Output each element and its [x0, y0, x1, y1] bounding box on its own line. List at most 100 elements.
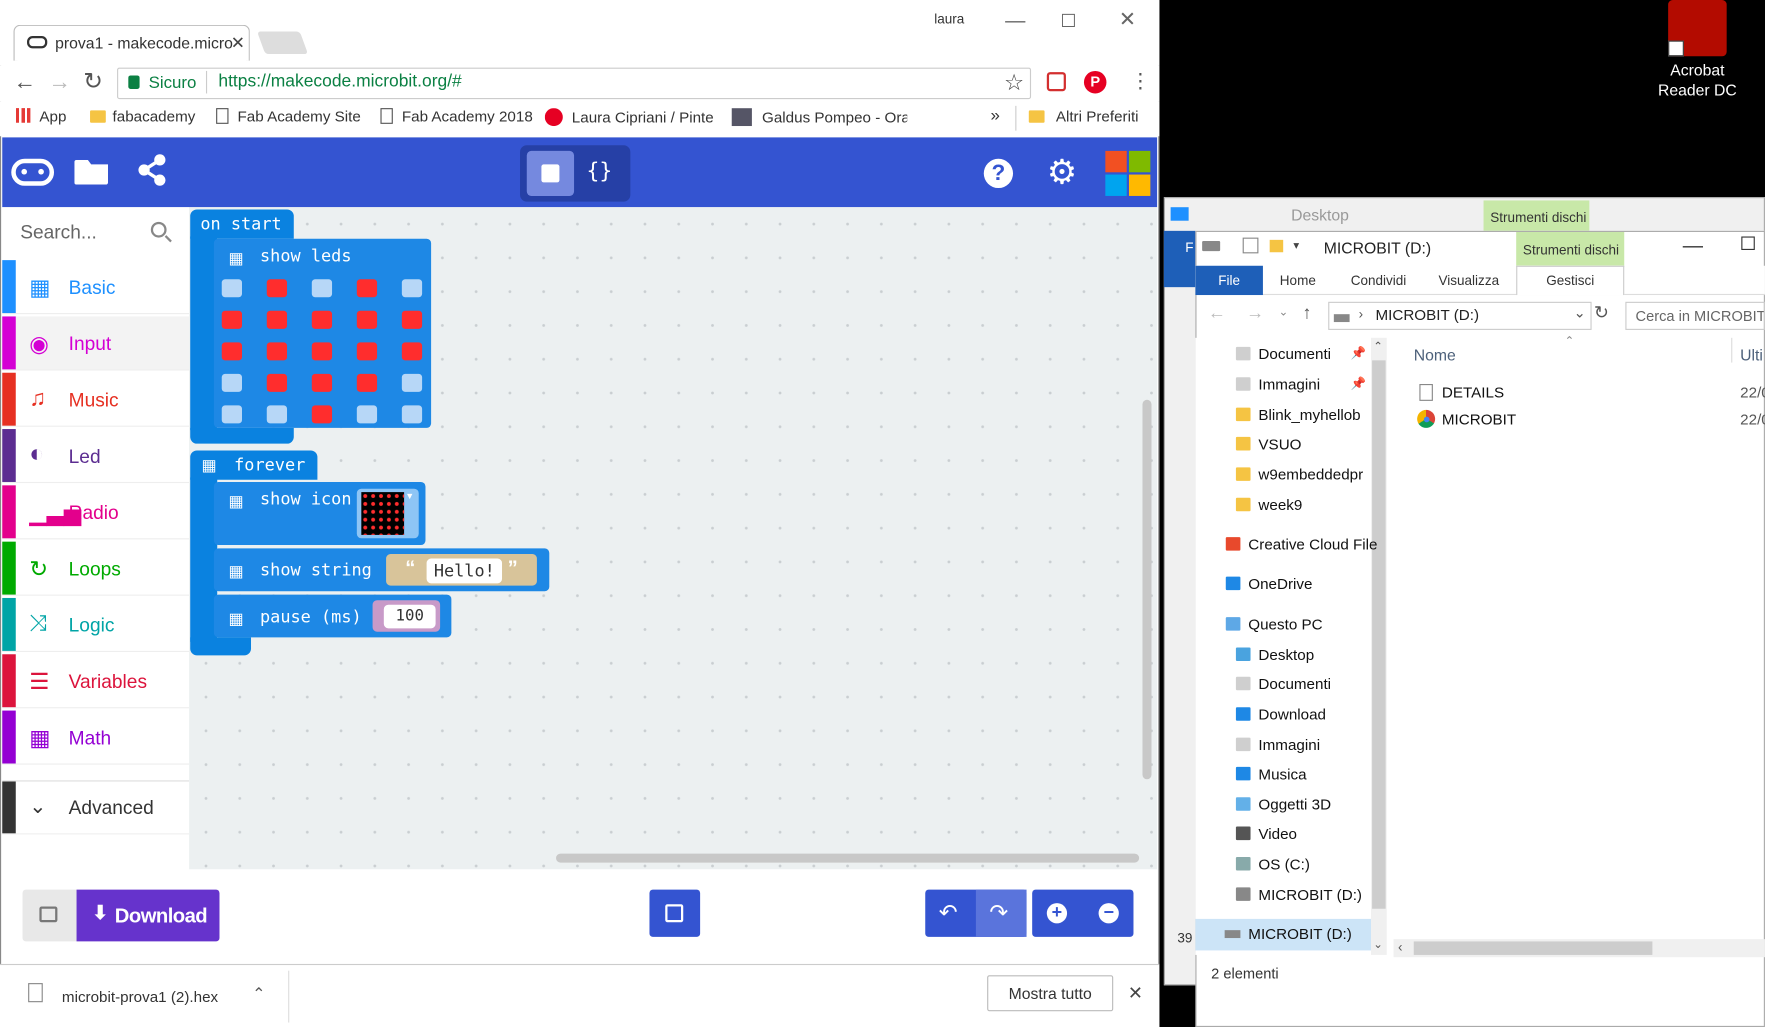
led-cell[interactable] [401, 342, 423, 361]
other-bookmarks[interactable]: Altri Preferiti [1028, 108, 1139, 125]
bookmark-apps[interactable]: App [15, 108, 66, 125]
address-dropdown-icon[interactable]: ⌄ [1574, 304, 1586, 322]
share-icon[interactable] [136, 153, 168, 195]
led-cell[interactable] [266, 373, 288, 392]
explorer-search-input[interactable]: Cerca in MICROBIT [1625, 301, 1765, 330]
minimize-icon[interactable]: — [1683, 234, 1703, 258]
javascript-toggle-button[interactable]: {} [586, 159, 612, 184]
category-input[interactable]: ◉ Input [2, 316, 190, 371]
refresh-icon[interactable]: ↻ [1594, 302, 1609, 325]
led-cell[interactable] [266, 342, 288, 361]
nav-scrollbar-thumb[interactable] [1372, 360, 1386, 909]
url-text[interactable]: https://makecode.microbit.org/# [218, 72, 461, 92]
led-cell[interactable] [221, 279, 243, 298]
quick-access-dropdown-icon[interactable]: ▾ [1293, 240, 1299, 252]
nav-item[interactable]: Immagini [1235, 376, 1320, 393]
new-folder-icon[interactable] [1269, 239, 1284, 253]
back-icon[interactable]: ← [14, 70, 37, 96]
led-cell[interactable] [401, 373, 423, 392]
up-icon[interactable]: ↑ [1302, 304, 1311, 324]
minimize-icon[interactable]: — [1005, 9, 1025, 33]
nav-item[interactable]: VSUO [1235, 436, 1301, 453]
led-cell[interactable] [221, 405, 243, 424]
category-math[interactable]: ▦ Math [2, 710, 190, 765]
category-radio[interactable]: ▁▃▅ Radio [2, 485, 190, 540]
workspace-vertical-scrollbar[interactable] [1142, 399, 1152, 780]
led-cell[interactable] [401, 405, 423, 424]
nav-item[interactable]: Musica [1235, 766, 1307, 783]
tab-file[interactable]: File [1195, 265, 1263, 296]
nav-item[interactable]: Video [1235, 825, 1297, 842]
close-tab-icon[interactable]: ✕ [231, 33, 245, 53]
bookmark-pinterest[interactable]: Laura Cipriani / Pinte [544, 108, 718, 127]
tab-share[interactable]: Condividi [1351, 273, 1407, 289]
zoom-in-icon[interactable]: + [1046, 903, 1068, 924]
nav-item[interactable]: week9 [1235, 497, 1302, 514]
star-icon[interactable]: ☆ [1004, 69, 1024, 97]
led-cell[interactable] [221, 342, 243, 361]
led-cell[interactable] [221, 373, 243, 392]
led-cell[interactable] [266, 310, 288, 329]
nav-item[interactable]: Download [1235, 706, 1326, 723]
category-advanced[interactable]: ⌄ Advanced [2, 780, 190, 835]
recent-dropdown-icon[interactable]: ⌄ [1279, 306, 1288, 318]
category-loops[interactable]: ↻ Loops [2, 541, 190, 596]
chevron-up-icon[interactable]: ⌃ [252, 984, 265, 1003]
led-cell[interactable] [356, 405, 378, 424]
category-music[interactable]: ♫ Music [2, 372, 190, 427]
nav-item[interactable]: Desktop [1235, 646, 1314, 663]
workspace-horizontal-scrollbar[interactable] [556, 853, 1140, 863]
led-matrix[interactable] [221, 277, 428, 424]
category-basic[interactable]: ▦ Basic [2, 260, 190, 315]
maximize-icon[interactable] [1741, 236, 1755, 250]
led-cell[interactable] [356, 310, 378, 329]
nav-item[interactable]: Oggetti 3D [1235, 796, 1331, 813]
led-cell[interactable] [311, 279, 333, 298]
led-cell[interactable] [221, 310, 243, 329]
more-bookmarks-button[interactable]: » [991, 106, 1000, 125]
nav-item[interactable]: Blink_myhellob [1235, 407, 1361, 423]
led-cell[interactable] [311, 342, 333, 361]
microbit-logo-icon[interactable] [11, 158, 55, 186]
settings-gear-icon[interactable]: ⚙ [1047, 153, 1077, 192]
scroll-down-icon[interactable]: ⌄ [1373, 939, 1382, 951]
nav-item[interactable]: OS (C:) [1235, 856, 1310, 873]
category-led[interactable]: ◐ Led [2, 429, 190, 484]
led-cell[interactable] [311, 310, 333, 329]
bookmark-fab-academy-2018[interactable]: Fab Academy 2018 [380, 108, 533, 125]
profile-name[interactable]: laura [934, 11, 964, 27]
pocket-extension-icon[interactable] [1046, 72, 1066, 92]
nav-item[interactable]: Creative Cloud File [1225, 536, 1378, 553]
led-cell[interactable] [311, 373, 333, 392]
scroll-left-icon[interactable]: ‹ [1398, 939, 1403, 955]
zoom-out-icon[interactable]: − [1098, 903, 1119, 924]
content-hscroll-thumb[interactable] [1413, 941, 1653, 955]
downloaded-file-name[interactable]: microbit-prova1 (2).hex [62, 989, 218, 1006]
pause-value[interactable]: 100 [383, 604, 436, 629]
nav-item[interactable]: Questo PC [1225, 616, 1323, 633]
led-cell[interactable] [401, 279, 423, 298]
maximize-icon[interactable]: ☐ [1060, 10, 1076, 33]
menu-icon[interactable]: ⋮ [1130, 70, 1150, 94]
bookmark-fab-academy-site[interactable]: Fab Academy Site [216, 108, 361, 125]
led-cell[interactable] [356, 342, 378, 361]
nav-item[interactable]: Documenti [1235, 676, 1331, 693]
pinterest-extension-icon[interactable]: P [1083, 70, 1107, 94]
tab-home[interactable]: Home [1280, 273, 1316, 289]
forward-icon[interactable]: → [1246, 304, 1264, 324]
new-tab-button[interactable] [257, 31, 309, 55]
column-header-date[interactable]: Ulti [1740, 346, 1763, 364]
led-cell[interactable] [401, 310, 423, 329]
nav-item[interactable]: Documenti [1235, 346, 1331, 363]
led-cell[interactable] [356, 373, 378, 392]
back-icon[interactable]: ← [1208, 304, 1226, 324]
nav-item[interactable]: w9embeddedpr [1235, 466, 1363, 483]
show-all-button[interactable]: Mostra tutto [987, 975, 1114, 1012]
forward-icon[interactable]: → [48, 70, 71, 96]
nav-item[interactable]: MICROBIT (D:) [1235, 886, 1362, 903]
tab-manage[interactable]: Gestisci [1516, 265, 1625, 296]
properties-icon[interactable] [1242, 237, 1259, 254]
pin-icon[interactable]: 📌 [1351, 346, 1366, 361]
category-variables[interactable]: ☰ Variables [2, 654, 190, 709]
string-value[interactable]: Hello! [426, 558, 503, 584]
